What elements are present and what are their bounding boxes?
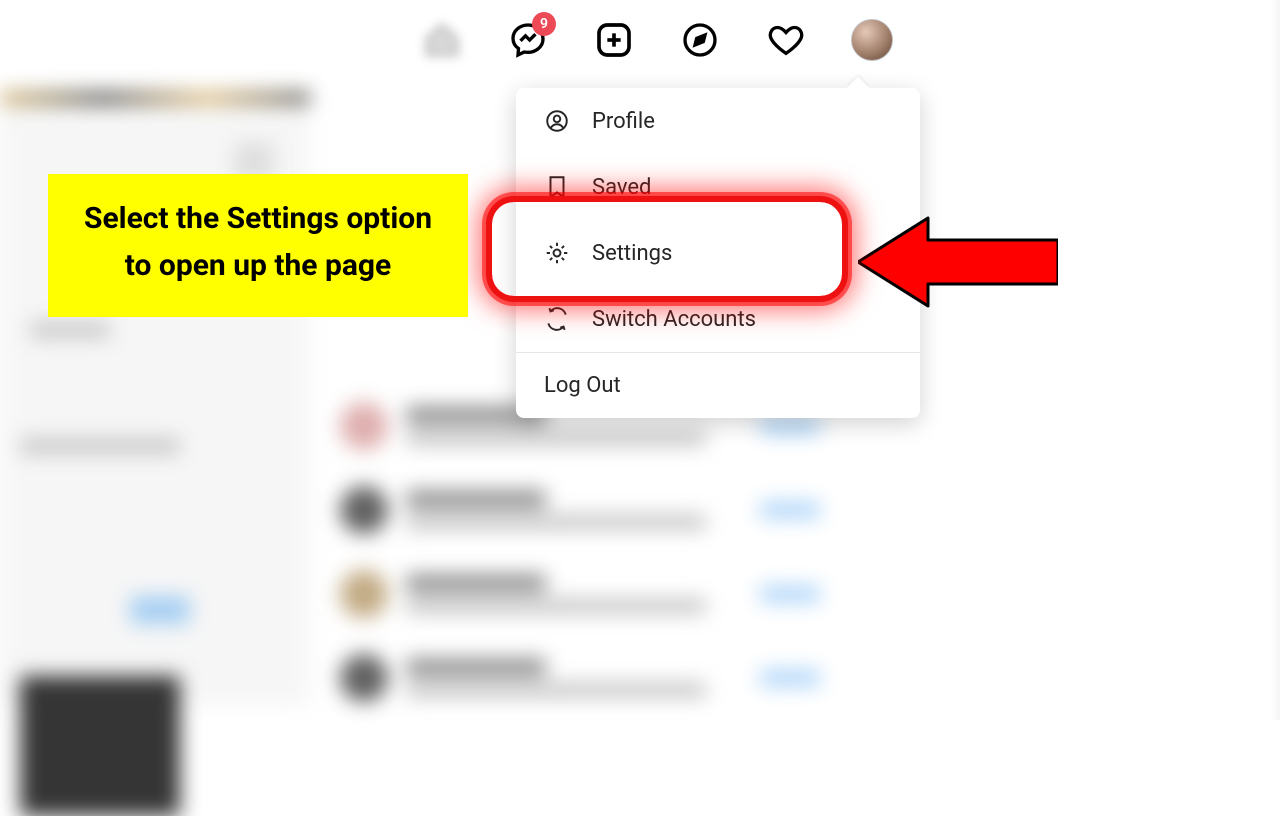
messenger-badge: 9 [532, 12, 556, 36]
menu-item-label: Log Out [544, 373, 621, 398]
messenger-icon[interactable]: 9 [506, 18, 550, 62]
profile-dropdown: Profile Saved Settings Switch Accounts [516, 88, 920, 418]
gear-icon [544, 240, 570, 266]
annotation-callout: Select the Settings option to open up th… [48, 174, 468, 317]
menu-item-label: Saved [592, 175, 651, 200]
menu-item-label: Switch Accounts [592, 307, 756, 332]
menu-item-label: Profile [592, 109, 655, 134]
callout-text: Select the Settings option to open up th… [84, 201, 432, 283]
menu-item-saved[interactable]: Saved [516, 154, 920, 220]
menu-item-switch-accounts[interactable]: Switch Accounts [516, 286, 920, 352]
avatar [851, 19, 893, 61]
profile-avatar-nav[interactable] [850, 18, 894, 62]
menu-item-settings[interactable]: Settings [516, 220, 920, 286]
top-nav: 9 [420, 18, 894, 62]
switch-icon [544, 306, 570, 332]
bookmark-icon [544, 174, 570, 200]
home-icon[interactable] [420, 18, 464, 62]
activity-heart-icon[interactable] [764, 18, 808, 62]
new-post-icon[interactable] [592, 18, 636, 62]
profile-icon [544, 108, 570, 134]
menu-item-logout[interactable]: Log Out [516, 353, 920, 418]
menu-item-label: Settings [592, 241, 672, 266]
explore-icon[interactable] [678, 18, 722, 62]
